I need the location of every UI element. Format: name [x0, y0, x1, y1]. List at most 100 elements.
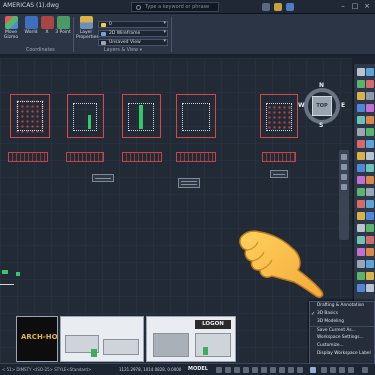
palette-icon[interactable] [366, 116, 374, 124]
palette-icon[interactable] [366, 128, 374, 136]
snap-toggle-icon[interactable] [225, 367, 231, 373]
compass-north: N [319, 82, 325, 89]
status-bar: < 51> DIMSTY <ISO-25> STYLE<Standard> 11… [0, 363, 375, 375]
palette-icon[interactable] [366, 200, 374, 208]
palette-icon[interactable] [357, 104, 365, 112]
navigation-bar[interactable] [339, 150, 349, 240]
palette-icon[interactable] [366, 92, 374, 100]
plan-wall [266, 103, 292, 131]
palette-icon[interactable] [357, 284, 365, 292]
user-icon[interactable] [262, 3, 270, 11]
cart-icon[interactable] [274, 3, 282, 11]
palette-icon[interactable] [357, 128, 365, 136]
layer-properties-label: Layer Properties [76, 30, 99, 40]
three-point-label: 3 Point [55, 30, 71, 35]
palette-icon[interactable] [366, 104, 374, 112]
palette-icon[interactable] [366, 248, 374, 256]
palette-icon[interactable] [357, 212, 365, 220]
workspace-item-display-label[interactable]: Display Workspace Label [310, 350, 374, 358]
x-button[interactable]: X [39, 16, 55, 35]
pan-icon[interactable] [341, 154, 347, 160]
palette-icon[interactable] [357, 200, 365, 208]
palette-icon[interactable] [357, 164, 365, 172]
search-box[interactable]: Type a keyword or phrase [131, 2, 219, 12]
palette-icon[interactable] [366, 212, 374, 220]
lineweight-toggle-icon[interactable] [270, 367, 276, 373]
palette-icon[interactable] [366, 236, 374, 244]
otrack-toggle-icon[interactable] [261, 367, 267, 373]
search-placeholder: Type a keyword or phrase [145, 4, 210, 10]
workspace-item-drafting[interactable]: Drafting & Annotation [310, 302, 374, 310]
palette-icon[interactable] [366, 164, 374, 172]
ortho-toggle-icon[interactable] [234, 367, 240, 373]
model-tab[interactable]: MODEL [188, 366, 208, 372]
palette-icon[interactable] [366, 224, 374, 232]
world-button[interactable]: World [23, 16, 39, 35]
palette-icon[interactable] [357, 236, 365, 244]
palette-icon[interactable] [366, 176, 374, 184]
palette-icon[interactable] [366, 284, 374, 292]
zoom-icon[interactable] [341, 164, 347, 170]
workspace-item-save-as[interactable]: Save Current As... [310, 326, 374, 334]
palette-icon[interactable] [357, 260, 365, 268]
customization-menu-icon[interactable] [362, 367, 368, 373]
minimize-button[interactable]: – [338, 1, 348, 12]
maximize-button[interactable]: □ [350, 1, 360, 12]
annotation-scale-icon[interactable] [297, 367, 303, 373]
palette-icon[interactable] [366, 188, 374, 196]
orbit-icon[interactable] [341, 174, 347, 180]
units-icon[interactable] [330, 367, 336, 373]
palette-icon[interactable] [357, 224, 365, 232]
move-gizmo-button[interactable]: Move Gizmo [3, 16, 19, 40]
polar-toggle-icon[interactable] [243, 367, 249, 373]
viewcube[interactable]: TOP N S E W [298, 82, 346, 130]
palette-icon[interactable] [357, 248, 365, 256]
annotation-monitor-icon[interactable] [321, 367, 327, 373]
isolate-objects-icon[interactable] [339, 367, 345, 373]
palette-icon[interactable] [366, 152, 374, 160]
grid-toggle-icon[interactable] [216, 367, 222, 373]
layer-dropdown[interactable]: 0 [98, 21, 168, 28]
palette-icon[interactable] [357, 116, 365, 124]
palette-icon[interactable] [357, 188, 365, 196]
visual-style-dropdown[interactable]: 2D Wireframe [98, 30, 168, 37]
storefront-thumbnail-1[interactable] [60, 316, 144, 362]
workspace-item-settings[interactable]: Workspace Settings... [310, 334, 374, 342]
selection-cycling-icon[interactable] [288, 367, 294, 373]
palette-icon[interactable] [357, 272, 365, 280]
palette-icon[interactable] [357, 80, 365, 88]
workspace-item-3d-basics[interactable]: 3D Basics [310, 310, 374, 318]
title-bar: AMERICAS (1).dwg Type a keyword or phras… [0, 0, 375, 14]
help-icon[interactable] [286, 3, 294, 11]
viewcube-top-face[interactable]: TOP [312, 96, 332, 116]
workspace-item-3d-modeling[interactable]: 3D Modeling [310, 318, 374, 326]
palette-icon[interactable] [357, 92, 365, 100]
storefront-render [153, 333, 189, 357]
showmotion-icon[interactable] [341, 184, 347, 190]
three-point-button[interactable]: 3 Point [55, 16, 71, 35]
layer-properties-button[interactable]: Layer Properties [76, 16, 99, 40]
storefront-thumbnail-2[interactable]: LOGON [146, 316, 236, 362]
palette-icon[interactable] [366, 68, 374, 76]
plan-wall [73, 103, 97, 131]
palette-icon[interactable] [357, 176, 365, 184]
x-label: X [45, 30, 49, 35]
move-gizmo-label: Move Gizmo [3, 30, 19, 40]
osnap-toggle-icon[interactable] [252, 367, 258, 373]
workspace-item-customize[interactable]: Customize... [310, 342, 374, 350]
close-button[interactable]: × [362, 1, 372, 12]
palette-icon[interactable] [357, 152, 365, 160]
palette-icon[interactable] [366, 80, 374, 88]
palette-icon[interactable] [366, 260, 374, 268]
ribbon-separator [171, 17, 172, 52]
palette-icon[interactable] [366, 140, 374, 148]
named-view-dropdown[interactable]: Unsaved View [98, 39, 168, 46]
palette-icon[interactable] [357, 140, 365, 148]
logo-thumbnail[interactable]: ARCH-HOG [16, 316, 58, 362]
palette-icon[interactable] [357, 68, 365, 76]
clean-screen-icon[interactable] [348, 367, 354, 373]
workspace-switch-icon[interactable] [310, 367, 316, 373]
transparency-toggle-icon[interactable] [279, 367, 285, 373]
command-line[interactable]: < 51> DIMSTY <ISO-25> STYLE<Standard> [2, 367, 91, 372]
palette-icon[interactable] [366, 272, 374, 280]
